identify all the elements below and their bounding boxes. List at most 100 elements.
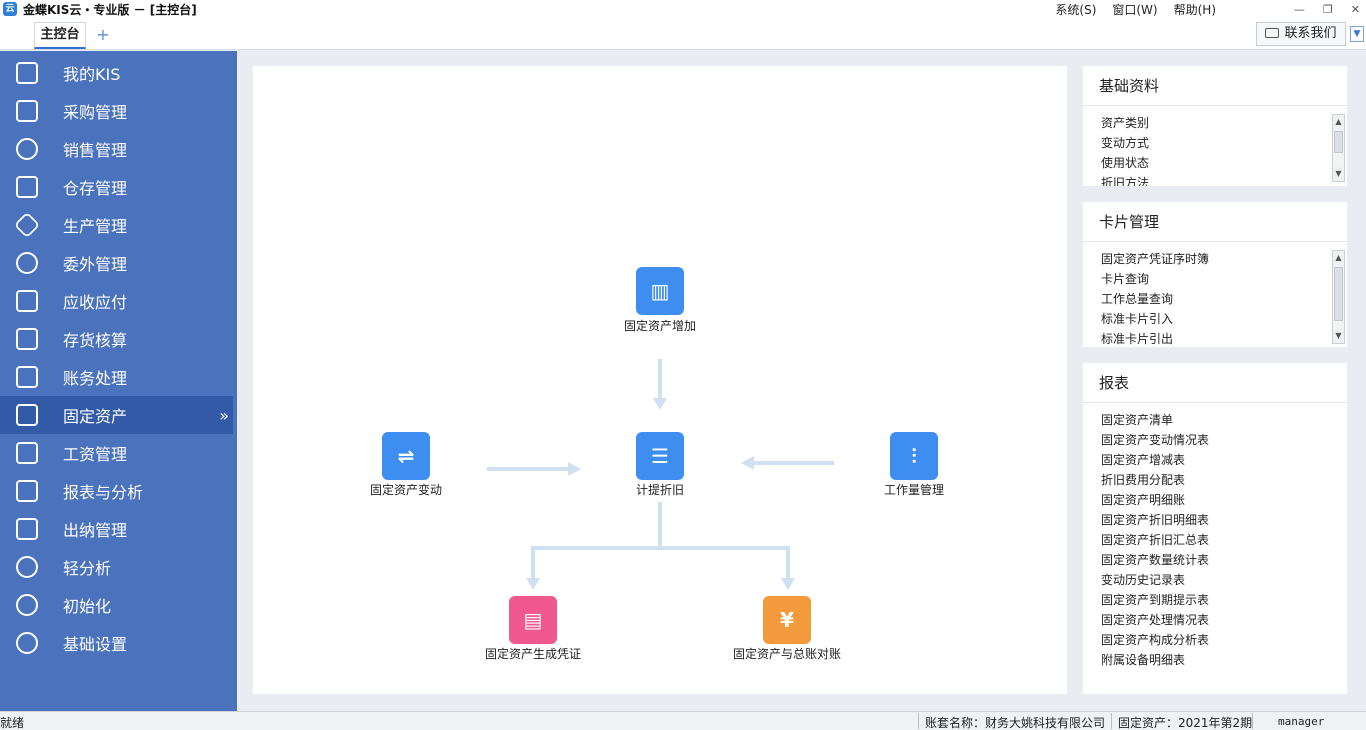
sidebar-item-label: 应收应付 [63,293,128,312]
tab-main-console[interactable]: 主控台 [34,22,86,49]
sidebar-item-inventory-accounting[interactable]: 存货核算 [0,320,233,358]
link-voucher-journal[interactable]: 固定资产凭证序时簿 [1101,249,1329,269]
report-link[interactable]: 固定资产折旧明细表 [1101,510,1329,530]
flow-node-workload[interactable]: ⫶ [890,432,938,480]
link-use-status[interactable]: 使用状态 [1101,153,1329,173]
status-account: 账套名称：财务大姚科技有限公司 [925,716,1106,730]
arrow-depreciation-to-reconcile [660,546,790,581]
collapse-icon[interactable]: ▼ [1350,26,1364,42]
add-tab-icon[interactable]: + [94,27,112,45]
panel-reports: 报表 固定资产清单 固定资产变动情况表 固定资产增减表 折旧费用分配表 固定资产… [1083,363,1347,694]
flow-node-label: 工作量管理 [883,483,944,497]
report-link[interactable]: 固定资产折旧汇总表 [1101,530,1329,550]
report-link[interactable]: 折旧费用分配表 [1101,470,1329,490]
title-bar: 云 金蝶KIS云・专业版 － [主控台] 系统(S) 窗口(W) 帮助(H) —… [0,0,1366,18]
scroll-down-icon[interactable]: ▼ [1333,329,1344,343]
sidebar-item-my-kis[interactable]: 我的KIS [0,54,233,92]
menu-window[interactable]: 窗口(W) [1112,1,1157,18]
shopping-bag-icon [16,100,38,122]
message-icon [1265,28,1280,38]
sidebar-item-salary[interactable]: 工资管理 [0,434,233,472]
settings-icon [16,632,38,654]
sidebar-item-accounting[interactable]: 账务处理 [0,358,233,396]
report-link[interactable]: 固定资产变动情况表 [1101,430,1329,450]
report-link[interactable]: 固定资产增减表 [1101,450,1329,470]
report-link[interactable]: 固定资产到期提示表 [1101,590,1329,610]
link-depreciation-method[interactable]: 折旧方法 [1101,173,1329,186]
contact-us-button[interactable]: 联系我们 [1256,22,1346,46]
menu-help[interactable]: 帮助(H) [1174,1,1216,18]
sidebar-item-receivable-payable[interactable]: 应收应付 [0,282,233,320]
sidebar-item-label: 委外管理 [63,255,128,274]
sidebar-item-reports[interactable]: 报表与分析 [0,472,233,510]
monitor-icon [16,62,38,84]
sidebar-item-basic-settings[interactable]: 基础设置 [0,624,233,662]
panel-list: 固定资产清单 固定资产变动情况表 固定资产增减表 折旧费用分配表 固定资产明细账… [1101,410,1329,680]
scrollbar[interactable]: ▲ ▼ [1332,250,1345,344]
panel-list: 资产类别 变动方式 使用状态 折旧方法 [1101,113,1329,186]
sidebar-item-label: 存货核算 [63,331,128,350]
scroll-down-icon[interactable]: ▼ [1333,167,1344,181]
link-workload-query[interactable]: 工作总量查询 [1101,289,1329,309]
flow-node-reconcile[interactable]: ¥ [763,596,811,644]
panel-card-management: 卡片管理 固定资产凭证序时簿 卡片查询 工作总量查询 标准卡片引入 标准卡片引出… [1083,202,1347,347]
status-divider [1252,713,1253,729]
analysis-icon [16,556,38,578]
report-link[interactable]: 固定资产数量统计表 [1101,550,1329,570]
sidebar-item-label: 工资管理 [63,445,128,464]
sidebar-item-initialize[interactable]: 初始化 [0,586,233,624]
minimize-icon[interactable]: — [1294,3,1305,16]
menu-system[interactable]: 系统(S) [1055,1,1096,18]
sidebar-item-label: 我的KIS [63,65,121,84]
building-icon [16,404,38,426]
building-icon: ▥ [650,279,670,303]
report-link[interactable]: 固定资产明细账 [1101,490,1329,510]
flow-node-asset-add[interactable]: ▥ [636,267,684,315]
flow-node-label: 固定资产增加 [623,319,696,333]
outsource-icon [16,252,38,274]
flow-node-asset-change[interactable]: ⇌ [382,432,430,480]
report-link[interactable]: 变动历史记录表 [1101,570,1329,590]
sidebar-item-fixed-assets[interactable]: 固定资产 » [0,396,233,434]
sidebar-item-cashier[interactable]: 出纳管理 [0,510,233,548]
restore-icon[interactable]: ❐ [1323,3,1333,16]
exchange-icon: ⇌ [397,444,415,468]
link-change-method[interactable]: 变动方式 [1101,133,1329,153]
sidebar-item-outsource[interactable]: 委外管理 [0,244,233,282]
scroll-thumb[interactable] [1334,131,1343,153]
sidebar-item-label: 采购管理 [63,103,128,122]
flow-node-label: 固定资产与总账对账 [732,647,841,661]
report-link[interactable]: 固定资产处理情况表 [1101,610,1329,630]
sidebar-item-purchase[interactable]: 采购管理 [0,92,233,130]
link-card-export[interactable]: 标准卡片引出 [1101,329,1329,345]
sidebar-item-label: 报表与分析 [63,483,144,502]
flow-node-depreciation[interactable]: ☰ [636,432,684,480]
close-icon[interactable]: ✕ [1351,3,1360,16]
scroll-thumb[interactable] [1334,267,1343,321]
gear-hex-icon [13,211,41,239]
menu-bar: 系统(S) 窗口(W) 帮助(H) [1055,0,1216,18]
sidebar-item-sales[interactable]: 销售管理 [0,130,233,168]
report-link[interactable]: 固定资产构成分析表 [1101,630,1329,650]
sidebar-item-production[interactable]: 生产管理 [0,206,233,244]
report-link[interactable]: 附属设备明细表 [1101,650,1329,670]
scroll-up-icon[interactable]: ▲ [1333,251,1344,265]
sidebar-item-light-analysis[interactable]: 轻分析 [0,548,233,586]
scrollbar[interactable]: ▲ ▼ [1332,114,1345,182]
link-card-query[interactable]: 卡片查询 [1101,269,1329,289]
sidebar-item-label: 轻分析 [63,559,112,578]
sidebar-item-warehouse[interactable]: 仓存管理 [0,168,233,206]
document-gear-icon: ☰ [651,444,669,468]
ledger-icon [16,366,38,388]
scroll-up-icon[interactable]: ▲ [1333,115,1344,129]
status-period: 固定资产：2021年第2期 [1118,716,1253,730]
chart-icon [16,480,38,502]
panel-title: 基础资料 [1083,66,1347,106]
link-asset-category[interactable]: 资产类别 [1101,113,1329,133]
flow-node-label: 固定资产生成凭证 [484,647,581,661]
report-link[interactable]: 固定资产清单 [1101,410,1329,430]
double-chevron-right-icon: » [219,405,229,425]
sidebar: 我的KIS 采购管理 销售管理 仓存管理 生产管理 委外管理 应收应付 存货核算… [0,51,237,711]
link-card-import[interactable]: 标准卡片引入 [1101,309,1329,329]
flow-node-voucher[interactable]: ▤ [509,596,557,644]
